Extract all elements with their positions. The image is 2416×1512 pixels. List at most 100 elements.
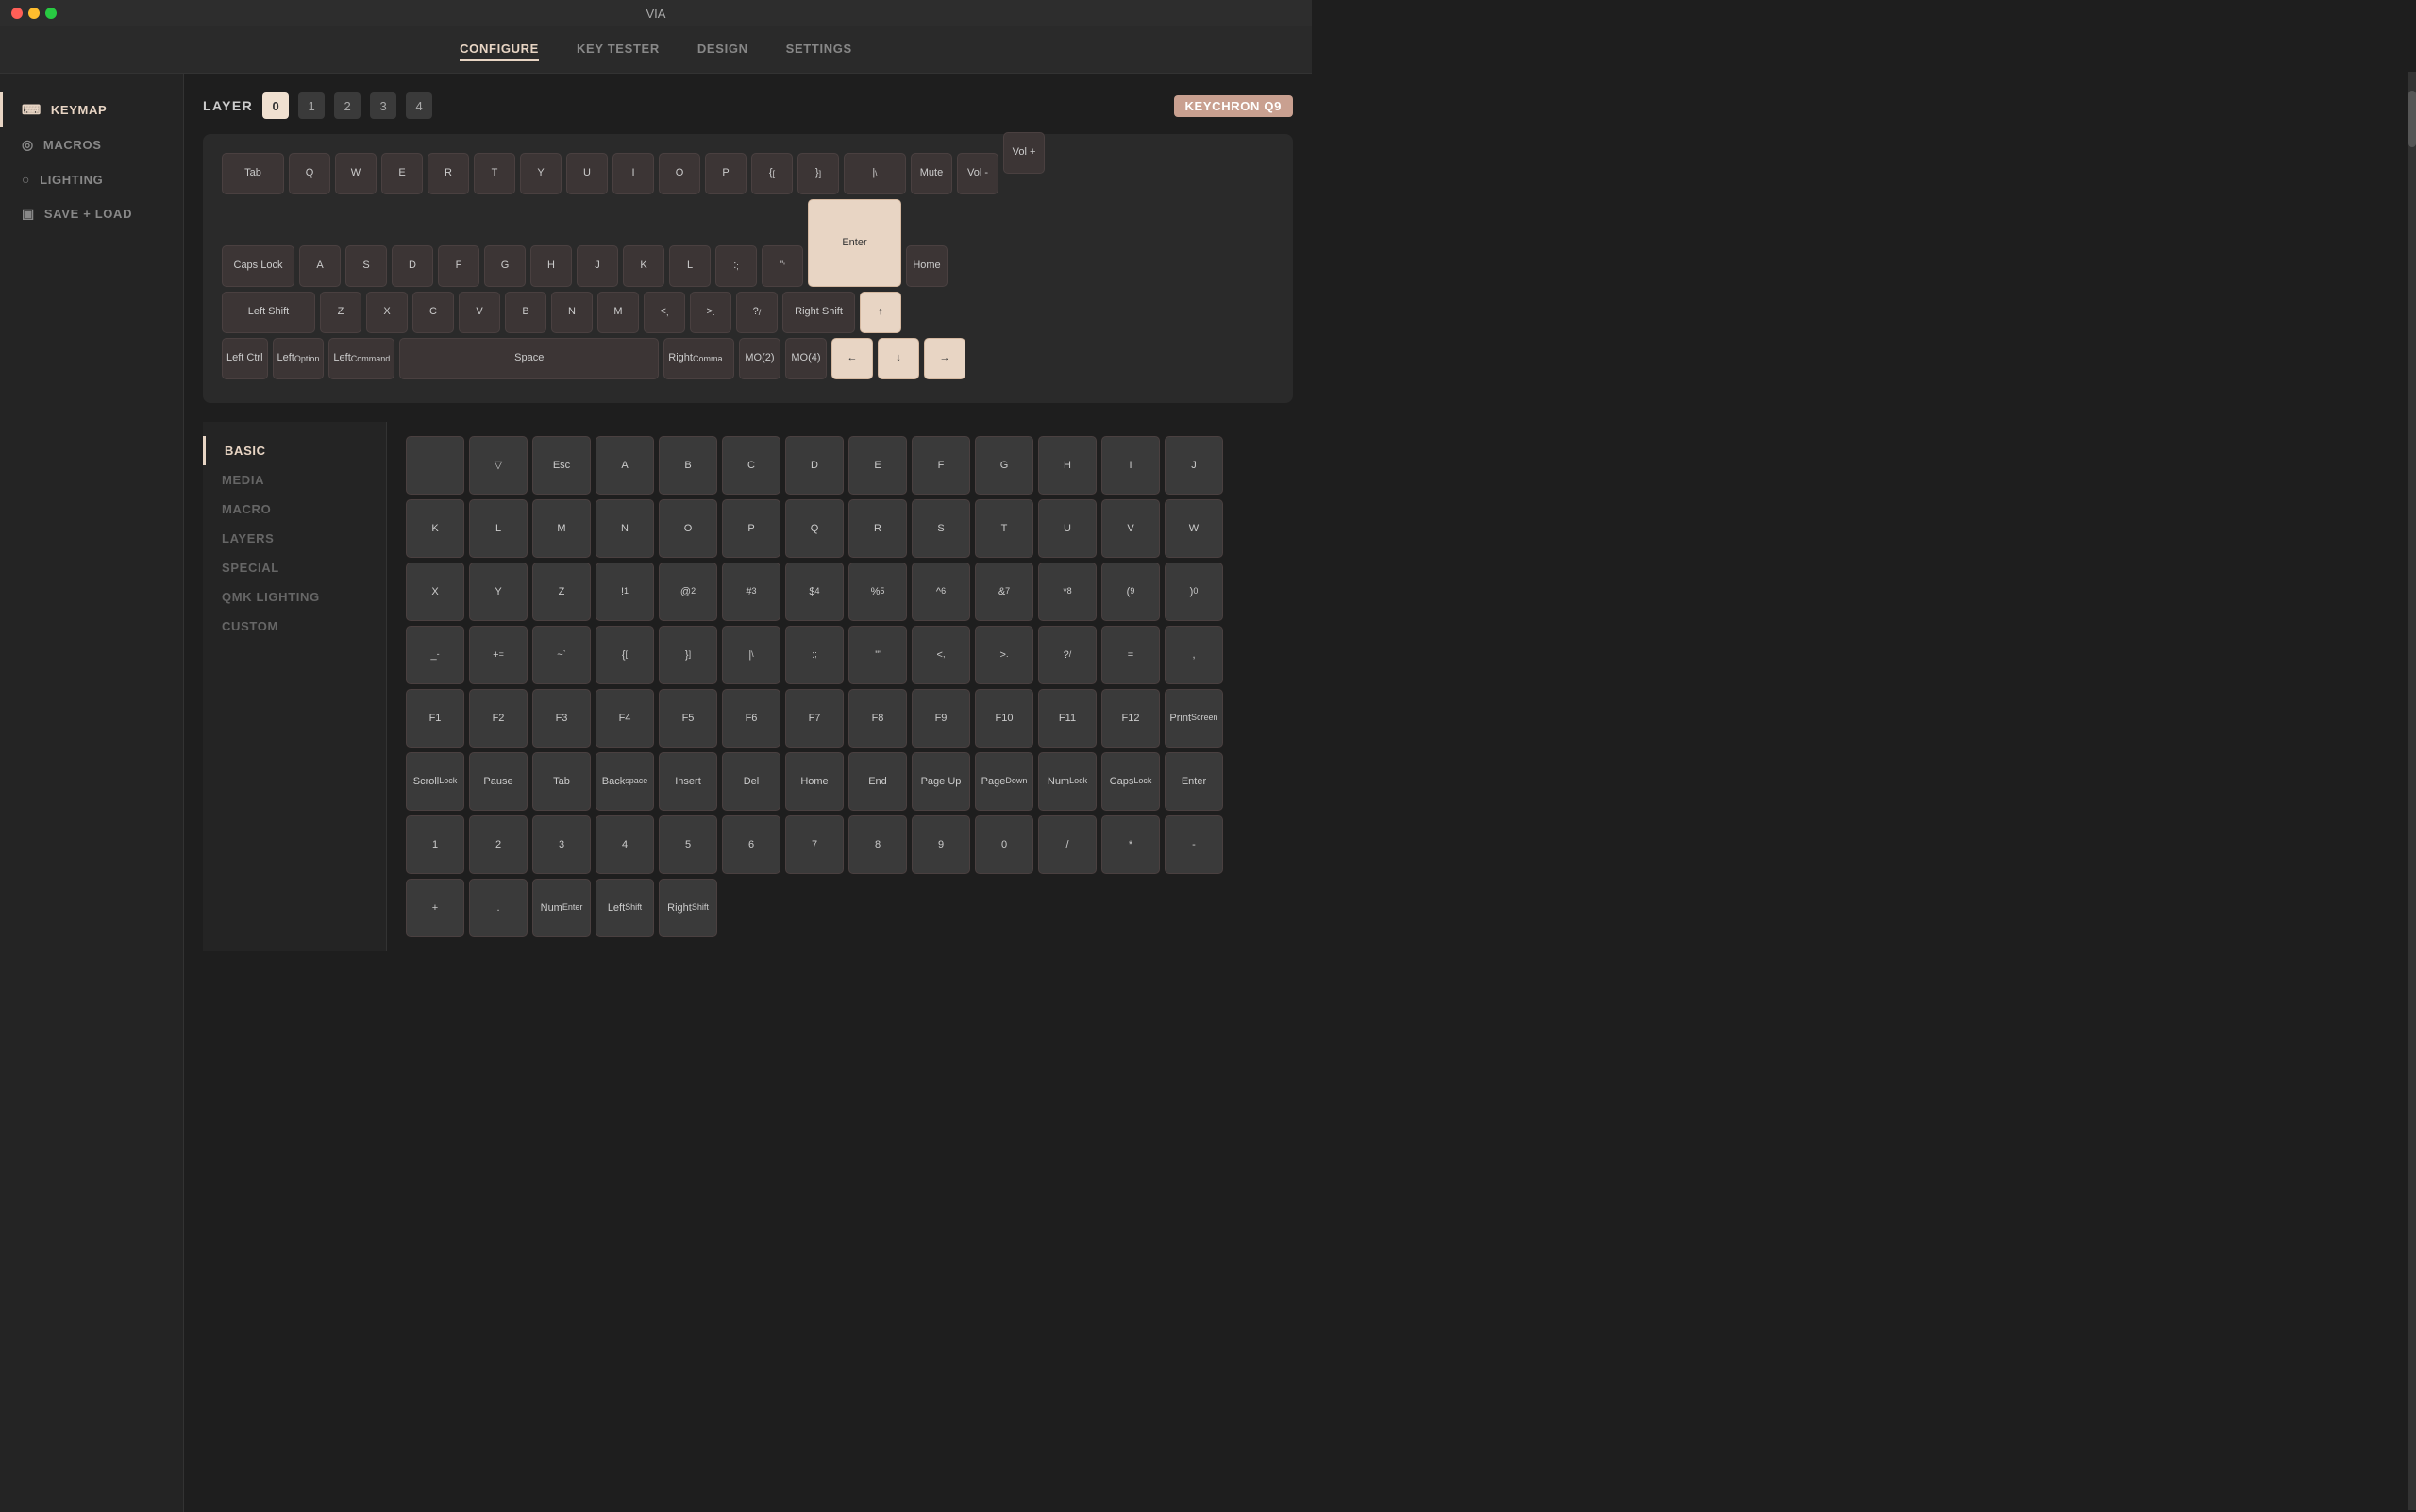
scrollbar-thumb[interactable] <box>2408 91 2416 147</box>
picker-key-f9[interactable]: F9 <box>912 689 970 748</box>
picker-key-f1[interactable]: F1 <box>406 689 464 748</box>
key-left-command[interactable]: LeftCommand <box>328 338 394 379</box>
picker-key-b[interactable]: B <box>659 436 717 495</box>
key-t[interactable]: T <box>474 153 515 194</box>
picker-cat-media[interactable]: MEDIA <box>203 465 386 495</box>
key-q[interactable]: Q <box>289 153 330 194</box>
picker-key-x[interactable]: X <box>406 563 464 621</box>
key-comma[interactable]: <, <box>644 292 685 333</box>
picker-key-h[interactable]: H <box>1038 436 1097 495</box>
key-z[interactable]: Z <box>320 292 361 333</box>
picker-key-8[interactable]: 8 <box>848 815 907 874</box>
tab-configure[interactable]: CONFIGURE <box>460 38 539 61</box>
picker-key-equals[interactable]: = <box>1101 626 1160 684</box>
picker-key-f7[interactable]: F7 <box>785 689 844 748</box>
key-home[interactable]: Home <box>906 245 948 287</box>
picker-key-scroll-lock[interactable]: ScrollLock <box>406 752 464 811</box>
picker-key-num-enter[interactable]: NumEnter <box>532 879 591 937</box>
picker-key-f12[interactable]: F12 <box>1101 689 1160 748</box>
picker-cat-layers[interactable]: LAYERS <box>203 524 386 553</box>
picker-key-f11[interactable]: F11 <box>1038 689 1097 748</box>
key-right-shift[interactable]: Right Shift <box>782 292 855 333</box>
picker-key-f8[interactable]: F8 <box>848 689 907 748</box>
sidebar-item-macros[interactable]: ◎ MACROS <box>0 127 183 162</box>
key-p[interactable]: P <box>705 153 747 194</box>
picker-key-numplus[interactable]: + <box>406 879 464 937</box>
picker-key-page-down[interactable]: PageDown <box>975 752 1033 811</box>
picker-cat-custom[interactable]: CUSTOM <box>203 612 386 641</box>
picker-key-pause[interactable]: Pause <box>469 752 528 811</box>
layer-btn-2[interactable]: 2 <box>334 92 361 119</box>
picker-key-left-shift[interactable]: LeftShift <box>596 879 654 937</box>
picker-key-empty[interactable] <box>406 436 464 495</box>
picker-key-print-screen[interactable]: PrintScreen <box>1165 689 1223 748</box>
picker-key-insert[interactable]: Insert <box>659 752 717 811</box>
picker-key-star-8[interactable]: *8 <box>1038 563 1097 621</box>
layer-btn-0[interactable]: 0 <box>262 92 289 119</box>
key-f[interactable]: F <box>438 245 479 287</box>
picker-key-o[interactable]: O <box>659 499 717 558</box>
key-arrow-up[interactable]: ↑ <box>860 292 901 333</box>
picker-key-home[interactable]: Home <box>785 752 844 811</box>
picker-key-numstar[interactable]: * <box>1101 815 1160 874</box>
picker-key-caps-lock[interactable]: CapsLock <box>1101 752 1160 811</box>
key-a[interactable]: A <box>299 245 341 287</box>
picker-key-t[interactable]: T <box>975 499 1033 558</box>
key-o[interactable]: O <box>659 153 700 194</box>
picker-key-u[interactable]: U <box>1038 499 1097 558</box>
key-h[interactable]: H <box>530 245 572 287</box>
picker-key-r[interactable]: R <box>848 499 907 558</box>
key-mo4[interactable]: MO(4) <box>785 338 827 379</box>
picker-key-n[interactable]: N <box>596 499 654 558</box>
picker-key-lt-comma[interactable]: <, <box>912 626 970 684</box>
key-y[interactable]: Y <box>520 153 562 194</box>
close-button[interactable] <box>11 8 23 19</box>
picker-key-f2[interactable]: F2 <box>469 689 528 748</box>
picker-key-page-up[interactable]: Page Up <box>912 752 970 811</box>
picker-key-0[interactable]: 0 <box>975 815 1033 874</box>
tab-settings[interactable]: SETTINGS <box>786 38 852 61</box>
key-n[interactable]: N <box>551 292 593 333</box>
picker-key-numslash[interactable]: / <box>1038 815 1097 874</box>
picker-key-9[interactable]: 9 <box>912 815 970 874</box>
picker-key-question-slash[interactable]: ?/ <box>1038 626 1097 684</box>
picker-key-f4[interactable]: F4 <box>596 689 654 748</box>
picker-key-hash-3[interactable]: #3 <box>722 563 780 621</box>
picker-key-s[interactable]: S <box>912 499 970 558</box>
picker-key-lparen-9[interactable]: (9 <box>1101 563 1160 621</box>
picker-key-y[interactable]: Y <box>469 563 528 621</box>
picker-key-backspace[interactable]: Backspace <box>596 752 654 811</box>
picker-key-end[interactable]: End <box>848 752 907 811</box>
picker-key-numdot[interactable]: . <box>469 879 528 937</box>
tab-key-tester[interactable]: KEY TESTER <box>577 38 660 61</box>
key-quote[interactable]: "' <box>762 245 803 287</box>
key-l[interactable]: L <box>669 245 711 287</box>
key-semicolon[interactable]: :; <box>715 245 757 287</box>
picker-key-q[interactable]: Q <box>785 499 844 558</box>
picker-key-enter[interactable]: Enter <box>1165 752 1223 811</box>
picker-cat-basic[interactable]: BASIC <box>203 436 386 465</box>
picker-key-gt-period[interactable]: >. <box>975 626 1033 684</box>
key-v[interactable]: V <box>459 292 500 333</box>
picker-key-v[interactable]: V <box>1101 499 1160 558</box>
picker-key-plus-equal[interactable]: += <box>469 626 528 684</box>
picker-key-nabla[interactable]: ▽ <box>469 436 528 495</box>
key-left-shift[interactable]: Left Shift <box>222 292 315 333</box>
key-vol-plus[interactable]: Vol + <box>1003 132 1045 174</box>
layer-btn-1[interactable]: 1 <box>298 92 325 119</box>
picker-cat-macro[interactable]: MACRO <box>203 495 386 524</box>
key-arrow-right[interactable]: → <box>924 338 965 379</box>
picker-key-m[interactable]: M <box>532 499 591 558</box>
picker-key-i[interactable]: I <box>1101 436 1160 495</box>
key-left-ctrl[interactable]: Left Ctrl <box>222 338 268 379</box>
picker-key-caret-6[interactable]: ^6 <box>912 563 970 621</box>
picker-key-tab[interactable]: Tab <box>532 752 591 811</box>
picker-key-j[interactable]: J <box>1165 436 1223 495</box>
picker-key-f3[interactable]: F3 <box>532 689 591 748</box>
sidebar-item-save-load[interactable]: ▣ SAVE + LOAD <box>0 196 183 231</box>
picker-key-4[interactable]: 4 <box>596 815 654 874</box>
key-caps[interactable]: Caps Lock <box>222 245 294 287</box>
picker-key-f6[interactable]: F6 <box>722 689 780 748</box>
key-period[interactable]: >. <box>690 292 731 333</box>
picker-key-e[interactable]: E <box>848 436 907 495</box>
